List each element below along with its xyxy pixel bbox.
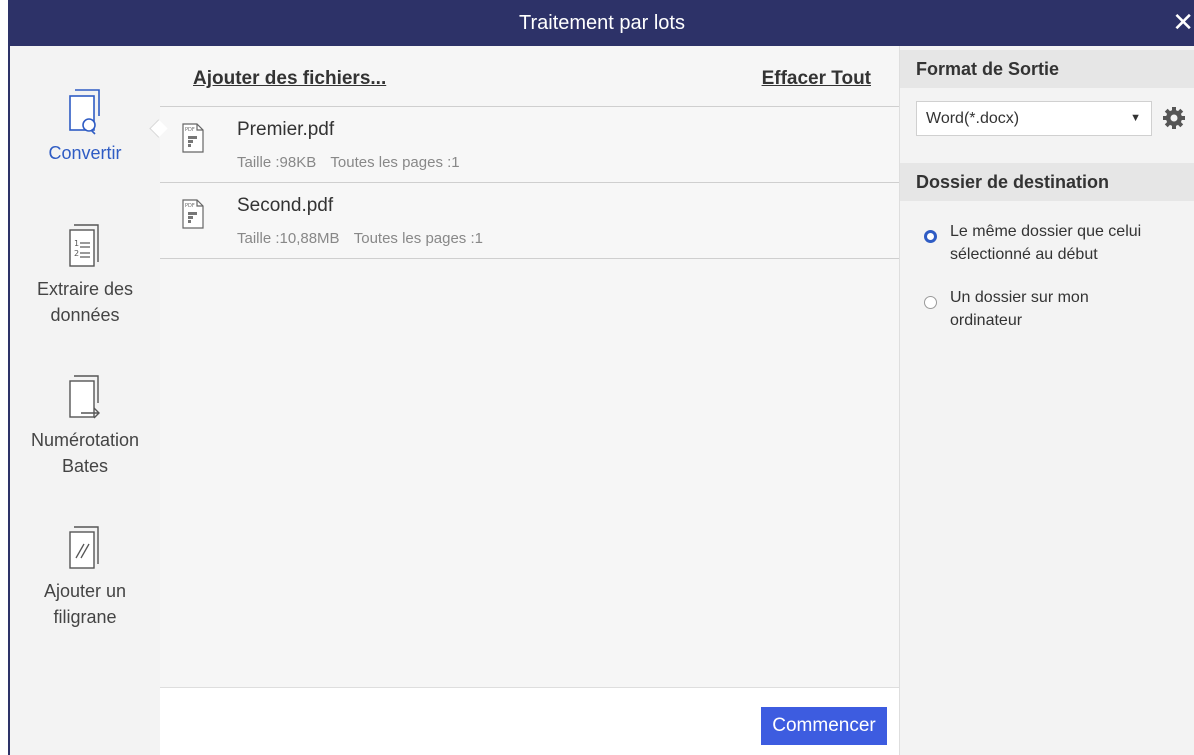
file-row[interactable]: PDF Premier.pdf Taille :98KB Toutes les … bbox=[160, 107, 899, 183]
svg-text:2: 2 bbox=[74, 249, 79, 258]
chevron-down-icon: ▼ bbox=[1130, 112, 1141, 124]
sidebar-item-bates-numbering[interactable]: Numérotation Bates bbox=[10, 373, 160, 479]
pdf-file-icon: PDF bbox=[182, 199, 204, 229]
file-size: Taille :10,88MB bbox=[237, 230, 340, 247]
sidebar-item-label: Bates bbox=[61, 456, 109, 476]
sidebar-item-watermark[interactable]: Ajouter un filigrane bbox=[10, 524, 160, 630]
option-label-line: Un dossier sur mon bbox=[950, 289, 1089, 306]
file-list-panel: Ajouter des fichiers... Effacer Tout PDF… bbox=[160, 46, 900, 687]
file-name: Premier.pdf bbox=[237, 119, 335, 140]
watermark-icon bbox=[69, 526, 99, 569]
pdf-file-icon: PDF bbox=[182, 123, 204, 153]
convert-icon bbox=[69, 89, 100, 135]
sidebar-item-extract-data[interactable]: 1 2 Extraire des données bbox=[10, 222, 160, 328]
file-name: Second.pdf bbox=[237, 195, 334, 216]
svg-text:1: 1 bbox=[74, 239, 79, 248]
batch-processing-window: Traitement par lots ✕ Convertir 1 2 Extr… bbox=[8, 0, 1194, 755]
extract-data-icon: 1 2 bbox=[69, 224, 99, 267]
output-format-select[interactable]: Word(*.docx) ▼ bbox=[916, 101, 1152, 136]
sidebar-item-label: Ajouter un bbox=[43, 581, 127, 601]
footer-bar: Commencer bbox=[160, 687, 900, 755]
sidebar-item-label: Extraire des bbox=[36, 279, 134, 299]
clear-all-link[interactable]: Effacer Tout bbox=[762, 68, 871, 90]
output-format-heading: Format de Sortie bbox=[900, 50, 1194, 88]
file-pages: Toutes les pages :1 bbox=[330, 154, 460, 171]
output-format-value: Word(*.docx) bbox=[926, 109, 1020, 127]
option-label-line: Le même dossier que celui bbox=[950, 223, 1142, 240]
sidebar: Convertir 1 2 Extraire des données Numér… bbox=[10, 46, 160, 755]
file-row[interactable]: PDF Second.pdf Taille :10,88MB Toutes le… bbox=[160, 183, 899, 259]
close-icon[interactable]: ✕ bbox=[1172, 9, 1194, 35]
svg-text:PDF: PDF bbox=[185, 127, 195, 133]
sidebar-item-label: Convertir bbox=[48, 143, 122, 163]
radio-selected[interactable] bbox=[924, 230, 937, 243]
bates-numbering-icon bbox=[69, 375, 100, 419]
destination-heading: Dossier de destination bbox=[900, 163, 1194, 201]
svg-text:PDF: PDF bbox=[185, 203, 195, 209]
file-meta: Taille :10,88MB Toutes les pages :1 bbox=[237, 230, 483, 247]
sidebar-item-convert[interactable]: Convertir bbox=[10, 86, 160, 166]
option-label-line: ordinateur bbox=[950, 312, 1023, 329]
sidebar-item-label: données bbox=[50, 305, 120, 325]
file-size: Taille :98KB bbox=[237, 154, 317, 171]
file-pages: Toutes les pages :1 bbox=[353, 230, 483, 247]
output-settings-panel: Format de Sortie Word(*.docx) ▼ Dossier … bbox=[900, 46, 1194, 755]
add-files-link[interactable]: Ajouter des fichiers... bbox=[193, 68, 386, 90]
file-meta: Taille :98KB Toutes les pages :1 bbox=[237, 154, 460, 171]
option-label: Le même dossier que celui sélectionné au… bbox=[950, 220, 1190, 266]
radio-unselected[interactable] bbox=[924, 296, 937, 309]
sidebar-item-label: filigrane bbox=[53, 607, 117, 627]
option-label-line: sélectionné au début bbox=[950, 246, 1098, 263]
file-list-header: Ajouter des fichiers... Effacer Tout bbox=[160, 46, 899, 107]
sidebar-item-label: Numérotation bbox=[30, 430, 140, 450]
gear-icon[interactable] bbox=[1162, 106, 1186, 130]
window-title: Traitement par lots bbox=[519, 11, 685, 34]
title-bar: Traitement par lots ✕ bbox=[10, 0, 1194, 46]
start-button[interactable]: Commencer bbox=[761, 707, 887, 745]
option-label: Un dossier sur mon ordinateur bbox=[950, 286, 1190, 332]
